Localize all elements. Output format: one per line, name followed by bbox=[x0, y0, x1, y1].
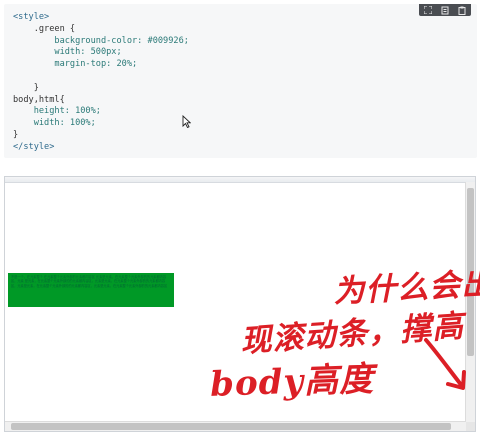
code-line: <style> bbox=[13, 12, 50, 22]
code-line: body,html{ bbox=[13, 94, 65, 105]
expand-icon[interactable] bbox=[423, 6, 432, 15]
code-listing: <style> .green { background-color: #0099… bbox=[13, 12, 189, 154]
clipboard-icon[interactable] bbox=[458, 6, 467, 15]
mouse-cursor-icon bbox=[182, 113, 192, 132]
scrollbar-corner bbox=[466, 422, 475, 431]
code-line: margin-top: 20%; bbox=[13, 59, 138, 70]
code-line: .green { bbox=[13, 23, 76, 34]
handwritten-annotation-line3: body高度 bbox=[209, 359, 375, 405]
code-line: } bbox=[13, 82, 39, 93]
code-line: } bbox=[13, 129, 19, 140]
copy-icon[interactable] bbox=[440, 6, 449, 15]
code-block: <style> .green { background-color: #0099… bbox=[4, 4, 477, 158]
code-toolbar bbox=[419, 4, 471, 16]
code-line: background-color: #009926; bbox=[13, 35, 189, 46]
code-line: width: 500px; bbox=[13, 47, 122, 58]
code-line: height: 100%; bbox=[13, 106, 101, 117]
green-element: 不是一个，在元素整个 在元素整个元素外部的元素都内容区 元素是元素，在元素整个元… bbox=[8, 273, 174, 307]
code-line: width: 100%; bbox=[13, 118, 96, 129]
horizontal-scrollbar-thumb[interactable] bbox=[11, 423, 451, 430]
handwritten-arrow-icon bbox=[424, 338, 466, 390]
horizontal-scrollbar[interactable] bbox=[5, 421, 466, 431]
code-line: </style> bbox=[13, 141, 55, 152]
browser-top-strip bbox=[5, 177, 475, 183]
